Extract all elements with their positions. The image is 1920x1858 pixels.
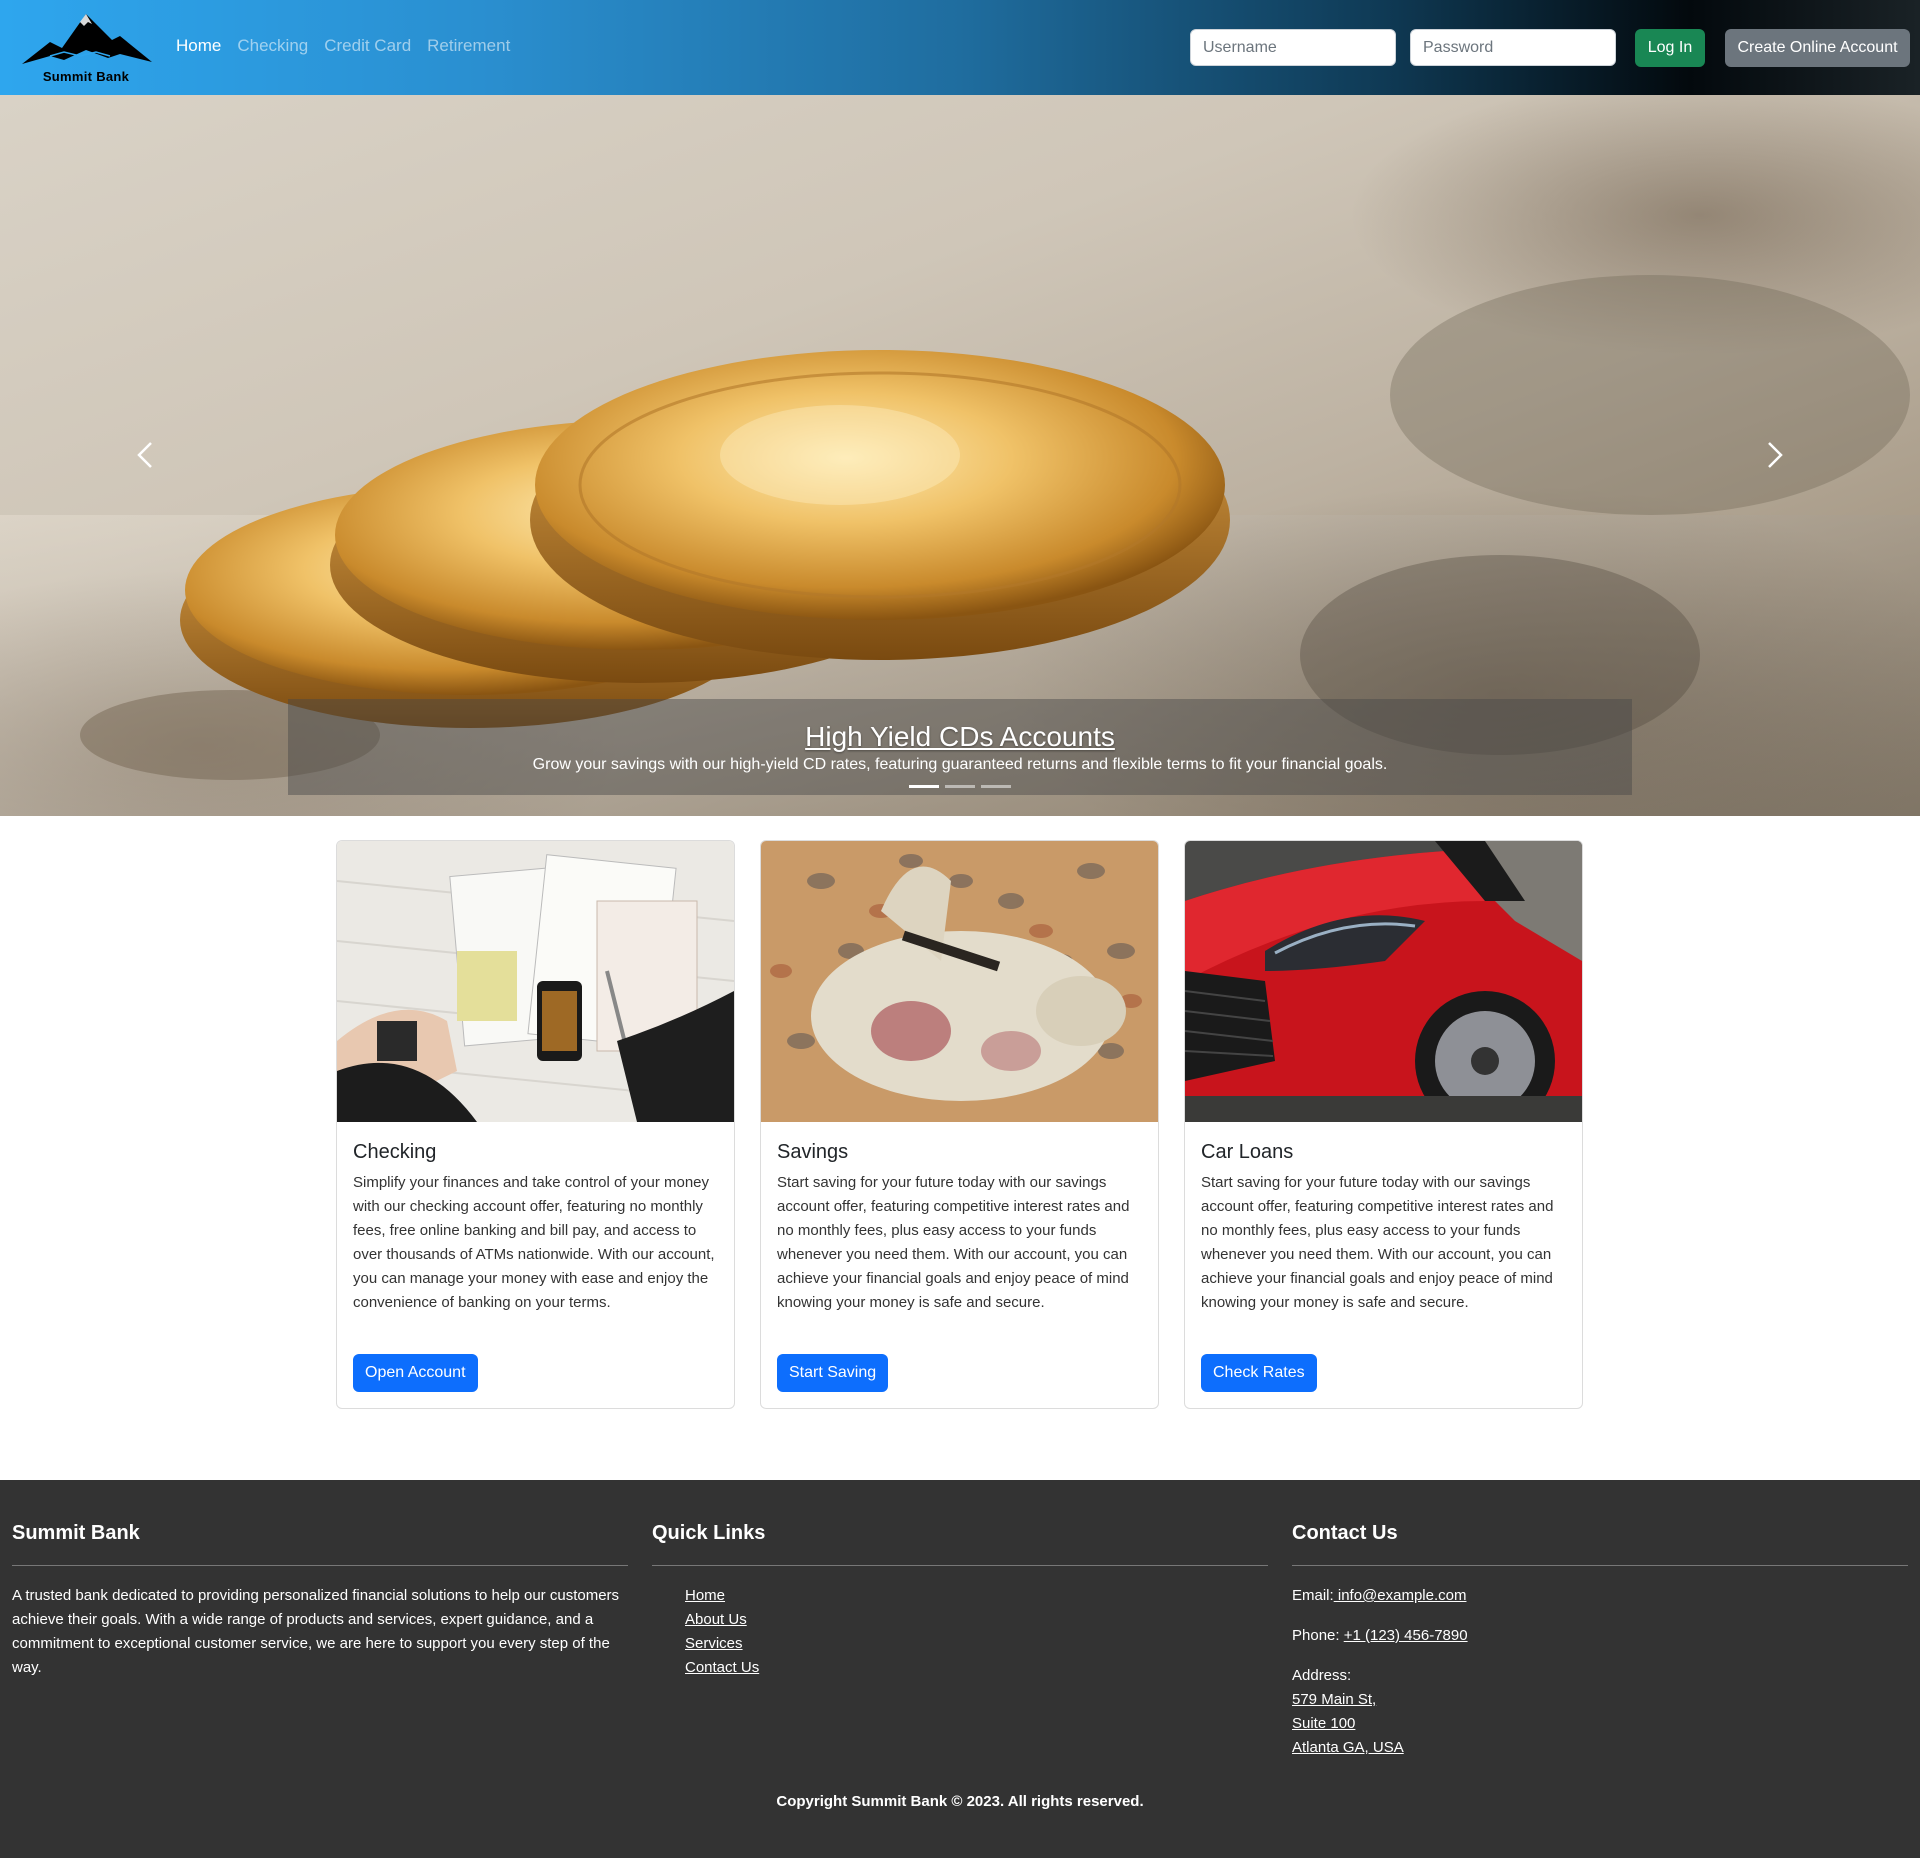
mountain-logo-icon (22, 14, 152, 64)
footer-link-services[interactable]: Services (685, 1635, 743, 1652)
phone-label: Phone: (1292, 1627, 1344, 1644)
car-loans-card-text: Start saving for your future today with … (1201, 1174, 1554, 1311)
email-row: Email: info@example.com (1292, 1584, 1908, 1608)
phone-row: Phone: +1 (123) 456-7890 (1292, 1624, 1908, 1648)
address-line[interactable]: 579 Main St, (1292, 1691, 1376, 1708)
address-row: Address: 579 Main St, Suite 100 Atlanta … (1292, 1664, 1908, 1760)
nav-link-credit-card[interactable]: Credit Card (324, 36, 411, 56)
footer: Summit Bank A trusted bank dedicated to … (0, 1480, 1920, 1858)
summit-bank-logo[interactable]: Summit Bank (20, 12, 156, 84)
brand-name: Summit Bank (42, 69, 130, 84)
address-line[interactable]: Atlanta GA, USA (1292, 1739, 1404, 1756)
savings-card-title: Savings (777, 1141, 849, 1163)
username-input[interactable] (1190, 29, 1396, 66)
car-loans-card: Car Loans Start saving for your future t… (1184, 840, 1583, 1409)
main-nav: Home Checking Credit Card Retirement (176, 36, 510, 56)
checking-card-text: Simplify your finances and take control … (353, 1174, 715, 1311)
checking-card: Checking Simplify your finances and take… (336, 840, 735, 1409)
carousel-indicators (909, 785, 1011, 788)
footer-contact: Contact Us Email: info@example.com Phone… (1292, 1522, 1908, 1776)
divider (12, 1565, 628, 1566)
checking-card-title: Checking (353, 1141, 437, 1163)
footer-link-about-us[interactable]: About Us (685, 1611, 747, 1628)
carousel-title[interactable]: High Yield CDs Accounts (0, 721, 1920, 753)
carousel-prev-icon[interactable] (125, 435, 165, 475)
checking-card-image (337, 841, 734, 1122)
footer-about: Summit Bank A trusted bank dedicated to … (12, 1522, 628, 1680)
footer-link-home[interactable]: Home (685, 1587, 725, 1604)
nav-link-home[interactable]: Home (176, 36, 221, 56)
carousel-indicator[interactable] (981, 785, 1011, 788)
carousel-indicator[interactable] (909, 785, 939, 788)
savings-card-text: Start saving for your future today with … (777, 1174, 1130, 1311)
footer-about-heading: Summit Bank (12, 1522, 140, 1544)
copyright-text: Copyright Summit Bank © 2023. All rights… (776, 1793, 1144, 1810)
list-item: Contact Us (685, 1656, 1268, 1680)
hero-carousel: High Yield CDs Accounts Grow your saving… (0, 95, 1920, 816)
divider (1292, 1565, 1908, 1566)
footer-contact-heading: Contact Us (1292, 1522, 1398, 1544)
create-account-button[interactable]: Create Online Account (1725, 29, 1910, 67)
carousel-indicator[interactable] (945, 785, 975, 788)
savings-card-image (761, 841, 1158, 1122)
email-link[interactable]: info@example.com (1334, 1587, 1467, 1604)
address-line[interactable]: Suite 100 (1292, 1715, 1355, 1732)
nav-link-checking[interactable]: Checking (237, 36, 308, 56)
carousel-caption: High Yield CDs Accounts (288, 699, 1632, 795)
address-label: Address: (1292, 1667, 1352, 1684)
divider (652, 1565, 1268, 1566)
carousel-description: Grow your savings with our high-yield CD… (532, 756, 1388, 773)
phone-link[interactable]: +1 (123) 456-7890 (1344, 1627, 1468, 1644)
savings-card: Savings Start saving for your future tod… (760, 840, 1159, 1409)
navbar: Summit Bank Home Checking Credit Card Re… (0, 0, 1920, 95)
list-item: Services (685, 1632, 1268, 1656)
list-item: About Us (685, 1608, 1268, 1632)
quick-links-list: Home About Us Services Contact Us (652, 1584, 1268, 1680)
footer-quick-links: Quick Links Home About Us Services Conta… (652, 1522, 1268, 1680)
password-input[interactable] (1410, 29, 1616, 66)
nav-link-retirement[interactable]: Retirement (427, 36, 510, 56)
email-label: Email: (1292, 1587, 1334, 1604)
footer-quick-links-heading: Quick Links (652, 1522, 766, 1544)
footer-link-contact-us[interactable]: Contact Us (685, 1659, 759, 1676)
footer-about-text: A trusted bank dedicated to providing pe… (12, 1587, 620, 1676)
check-rates-button[interactable]: Check Rates (1201, 1354, 1317, 1392)
car-loans-card-title: Car Loans (1201, 1141, 1294, 1163)
open-account-button[interactable]: Open Account (353, 1354, 478, 1392)
carousel-next-icon[interactable] (1755, 435, 1795, 475)
start-saving-button[interactable]: Start Saving (777, 1354, 889, 1392)
list-item: Home (685, 1584, 1268, 1608)
login-button[interactable]: Log In (1635, 29, 1705, 67)
car-loans-card-image (1185, 841, 1582, 1122)
